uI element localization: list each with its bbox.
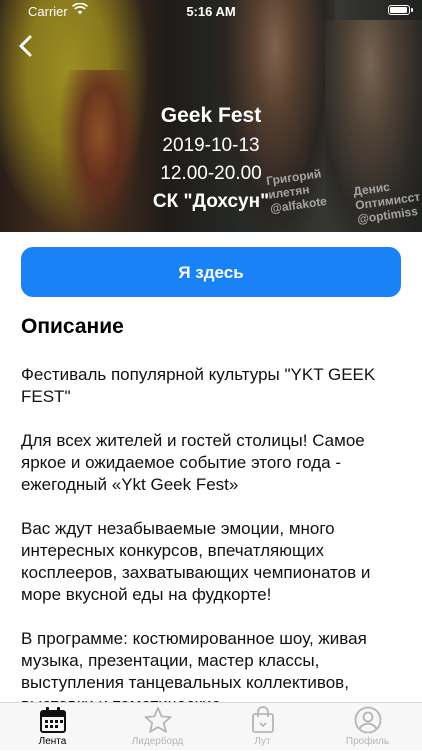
description-heading: Описание: [21, 315, 124, 338]
description-paragraph: Вас ждут незабываемые эмоции, много инте…: [21, 519, 371, 604]
description-paragraph: Фестиваль популярной культуры "YKT GEEK …: [21, 365, 376, 406]
tab-profile-label: Профиль: [345, 736, 390, 747]
event-place: СК "Дохсун": [152, 191, 270, 212]
event-time: 12.00-20.00: [160, 163, 262, 184]
clock: 5:16 AM: [186, 4, 236, 19]
battery-icon: [388, 5, 413, 15]
tab-loot[interactable]: Лут: [210, 703, 315, 751]
calendar-icon: [39, 707, 66, 733]
tab-leaderboard[interactable]: Лидерборд: [105, 703, 210, 751]
star-icon: [144, 707, 171, 733]
description-paragraph: Для всех жителей и гостей столицы! Самое…: [21, 431, 365, 494]
description-paragraph: В программе: костюмированное шоу, живая …: [21, 629, 367, 702]
back-arrow-icon[interactable]: [14, 34, 38, 58]
event-date: 2019-10-13: [162, 135, 260, 156]
description-text: Фестиваль популярной культуры "YKT GEEK …: [21, 364, 406, 702]
status-bar: Carrier 5:16 AM: [0, 0, 422, 22]
tab-leaderboard-label: Лидерборд: [131, 736, 184, 747]
tab-profile[interactable]: Профиль: [315, 703, 420, 751]
tab-feed[interactable]: Лента: [0, 703, 105, 751]
bag-icon: [251, 706, 274, 733]
profile-icon: [354, 706, 381, 734]
tab-bar: Лента Лидерборд Лут Профиль: [0, 702, 422, 750]
event-title: Geek Fest: [160, 104, 262, 127]
tab-loot-label: Лут: [254, 736, 271, 747]
check-in-button[interactable]: Я здесь: [21, 247, 401, 297]
tab-feed-label: Лента: [38, 736, 67, 747]
